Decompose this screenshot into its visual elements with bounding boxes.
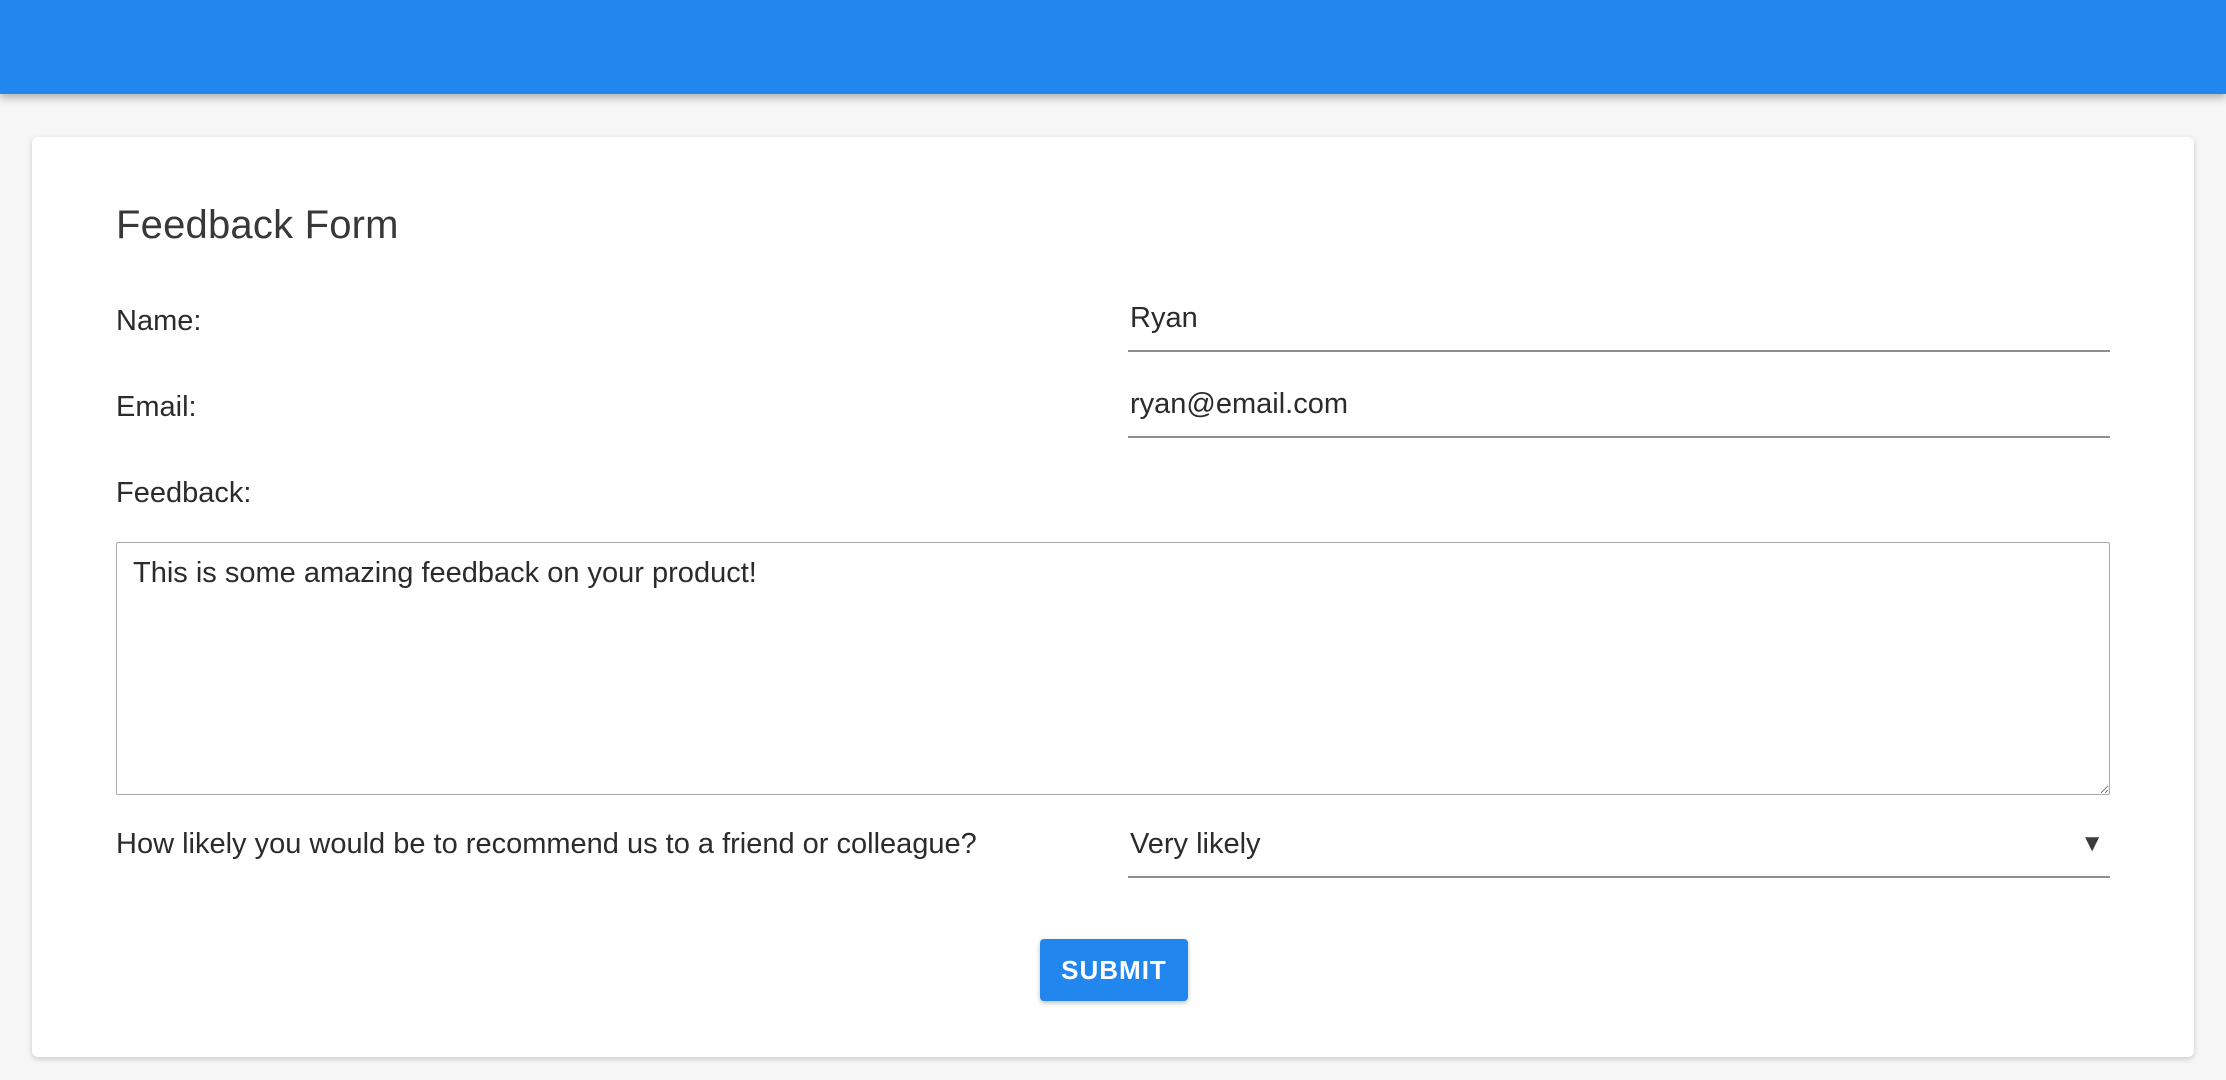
feedback-label: Feedback: [116,477,251,510]
name-label: Name: [116,305,201,338]
chevron-down-icon: ▼ [2080,817,2110,858]
recommend-question-label: How likely you would be to recommend us … [116,828,977,861]
feedback-form-card: Feedback Form Name: Email: Feedback: Thi… [32,137,2194,1057]
submit-button[interactable]: SUBMIT [1040,939,1188,1001]
app-bar [0,0,2226,94]
recommend-selected-value: Very likely [1128,817,1261,861]
email-label: Email: [116,391,197,424]
email-field[interactable] [1128,383,2110,438]
name-input[interactable] [1128,297,2110,352]
page-title: Feedback Form [116,203,399,248]
recommend-select[interactable]: Very likely ▼ [1128,817,2110,878]
feedback-textarea[interactable]: This is some amazing feedback on your pr… [116,542,2110,795]
